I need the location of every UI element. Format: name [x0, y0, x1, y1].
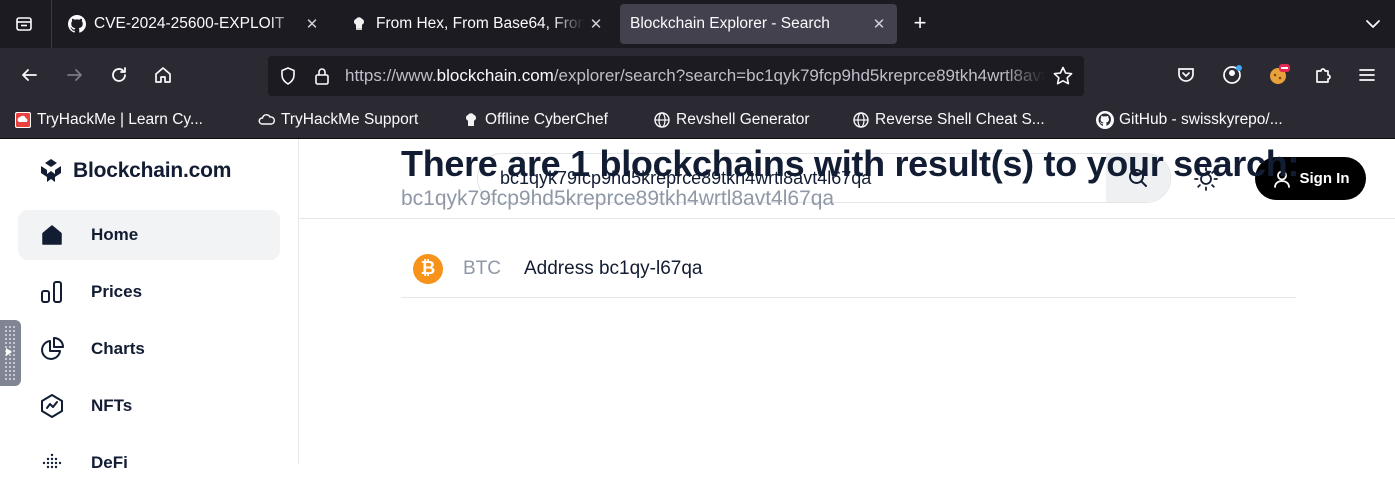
close-tab-icon[interactable]: ✕ — [871, 15, 887, 33]
bookmark-label: TryHackMe Support — [281, 111, 419, 128]
sidebar-item-label: NFTs — [91, 396, 133, 415]
back-arrow-icon — [22, 69, 37, 81]
url-domain: blockchain.com — [436, 66, 554, 85]
nfts-icon — [38, 392, 66, 420]
sidebar-item-nfts[interactable]: NFTs — [18, 381, 280, 431]
result-ticker: BTC — [463, 257, 501, 279]
extension-button[interactable] — [1266, 62, 1292, 88]
menu-button[interactable] — [1354, 62, 1380, 88]
tab-list-button[interactable] — [0, 0, 48, 48]
globe-icon — [852, 111, 870, 129]
bookmark-offline-cyberchef[interactable]: Offline CyberChef — [462, 109, 608, 131]
bookmark-label: Revshell Generator — [676, 111, 810, 128]
tab-list-icon — [16, 17, 32, 31]
bookmarks-toolbar: TryHackMe | Learn Cy... TryHackMe Suppor… — [0, 101, 1395, 139]
forward-arrow-icon — [67, 69, 82, 81]
list-all-tabs-button[interactable] — [1363, 14, 1383, 34]
sidebar-item-defi[interactable]: DeFi — [18, 438, 280, 488]
tab-blockchain-explorer[interactable]: Blockchain Explorer - Search ✕ — [620, 4, 897, 44]
bookmark-tryhackme[interactable]: TryHackMe | Learn Cy... — [14, 109, 203, 131]
sidebar-item-home[interactable]: Home — [18, 210, 280, 260]
close-tab-icon[interactable]: ✕ — [588, 15, 604, 33]
sidebar-item-label: Charts — [91, 339, 145, 358]
sidebar-item-label: DeFi — [91, 453, 128, 472]
defi-icon — [38, 449, 66, 477]
tryhackme-icon — [14, 111, 32, 129]
github-icon — [68, 15, 86, 33]
reload-icon — [112, 67, 126, 82]
bookmark-github-swisskyrepo[interactable]: GitHub - swisskyrepo/... — [1096, 109, 1283, 131]
bitcoin-icon: ₿ — [413, 253, 443, 284]
sign-in-label: Sign In — [1299, 170, 1350, 187]
blockchain-logo-icon — [41, 159, 61, 182]
account-icon — [1223, 65, 1242, 84]
pocket-icon — [1178, 68, 1194, 82]
url-bar[interactable]: https://www.blockchain.com/explorer/sear… — [268, 56, 1084, 96]
url-path: /explorer/search?search=bc1qyk79fcp9hd5k… — [553, 66, 1045, 85]
tab-bar: CVE-2024-25600-EXPLOIT ✕ From Hex, From … — [0, 0, 1395, 48]
tab-title: CVE-2024-25600-EXPLOIT — [94, 15, 285, 32]
github-icon — [1096, 111, 1114, 129]
bookmark-reverse-shell-cheat-sheet[interactable]: Reverse Shell Cheat S... — [852, 109, 1045, 131]
charts-icon — [38, 335, 66, 363]
bookmark-star-icon[interactable] — [1052, 65, 1074, 92]
url-text[interactable]: https://www.blockchain.com/explorer/sear… — [345, 66, 1045, 86]
tab-separator — [51, 0, 52, 48]
bookmark-label: TryHackMe | Learn Cy... — [37, 111, 203, 128]
extension-cookie-icon — [1270, 64, 1290, 84]
tab-cyberchef[interactable]: From Hex, From Base64, From ✕ — [340, 4, 614, 44]
new-tab-button[interactable]: + — [908, 12, 932, 36]
expand-arrow-icon — [6, 348, 12, 356]
bookmark-label: Reverse Shell Cheat S... — [875, 111, 1045, 128]
sidebar-drag-handle[interactable] — [0, 320, 21, 386]
account-button[interactable] — [1220, 62, 1246, 88]
close-tab-icon[interactable]: ✕ — [304, 15, 320, 33]
logo-text: Blockchain.com — [73, 159, 232, 182]
lock-icon[interactable] — [312, 66, 332, 91]
cyberchef-icon — [350, 15, 368, 33]
cloud-icon — [258, 111, 276, 129]
chevron-down-icon — [1366, 20, 1380, 28]
search-query-text: bc1qyk79fcp9hd5kreprce89tkh4wrtl8avt4l67… — [401, 187, 835, 210]
sidebar-item-label: Home — [91, 225, 139, 244]
url-prefix: https://www. — [345, 66, 437, 85]
home-icon — [38, 221, 66, 249]
blockchain-logo[interactable]: Blockchain.com — [38, 158, 231, 184]
sidebar-item-label: Prices — [91, 282, 143, 301]
prices-icon — [38, 278, 66, 306]
result-row-btc[interactable]: ₿ BTC Address bc1qy-l67qa — [401, 240, 1296, 298]
bookmark-tryhackme-support[interactable]: TryHackMe Support — [258, 109, 418, 131]
tracking-protection-shield-icon[interactable] — [278, 66, 298, 91]
bookmark-label: GitHub - swisskyrepo/... — [1119, 111, 1283, 128]
result-address[interactable]: Address bc1qy-l67qa — [524, 258, 703, 280]
tab-title: Blockchain Explorer - Search — [630, 15, 830, 32]
cyberchef-icon — [462, 111, 480, 129]
tab-title: From Hex, From Base64, From — [376, 15, 584, 32]
reload-button[interactable] — [106, 62, 132, 88]
home-button[interactable] — [150, 62, 176, 88]
puzzle-icon — [1316, 68, 1331, 83]
sidebar-item-charts[interactable]: Charts — [18, 324, 280, 374]
tab-cve-exploit[interactable]: CVE-2024-25600-EXPLOIT ✕ — [58, 4, 330, 44]
sidebar-item-prices[interactable]: Prices — [18, 267, 280, 317]
results-heading: There are 1 blockchains with result(s) t… — [401, 143, 1300, 184]
hamburger-menu-icon — [1359, 69, 1375, 81]
bookmark-revshell-generator[interactable]: Revshell Generator — [653, 109, 810, 131]
extensions-button[interactable] — [1310, 62, 1336, 88]
sidebar: Blockchain.com Home Prices Charts NFTs D… — [0, 139, 299, 472]
forward-button[interactable] — [62, 62, 88, 88]
back-button[interactable] — [16, 62, 42, 88]
home-icon — [155, 67, 171, 83]
globe-icon — [653, 111, 671, 129]
pocket-button[interactable] — [1173, 62, 1199, 88]
bookmark-label: Offline CyberChef — [485, 111, 608, 128]
